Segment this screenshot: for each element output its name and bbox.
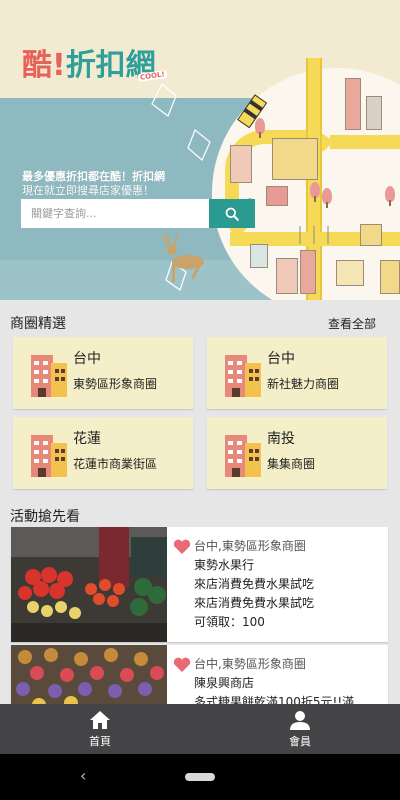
district-name: 東勢區形象商圈: [73, 377, 158, 391]
view-all-link[interactable]: 查看全部: [328, 315, 376, 332]
building-icon: [225, 435, 261, 477]
logo-text: 酷!: [22, 48, 66, 83]
heart-icon[interactable]: [173, 539, 191, 555]
tagline-line-2: 現在就立即搜尋店家優惠！: [22, 184, 154, 197]
event-description: 來店消費免費水果試吃: [194, 596, 315, 610]
district-name: 新社魅力商圈: [267, 377, 340, 391]
districts-title: 商圈精選: [10, 316, 66, 332]
nav-member[interactable]: 會員: [200, 704, 400, 754]
nav-member-label: 會員: [289, 734, 311, 748]
hero-banner: 酷!折扣網 COOL! 最多優惠折扣都在酷！折扣網 現在就立即搜尋店家優惠！: [0, 0, 400, 300]
tagline-line-1: 最多優惠折扣都在酷！折扣網: [22, 170, 165, 183]
search-icon: [225, 207, 239, 221]
district-name: 花蓮市商業街區: [73, 457, 158, 471]
search-button[interactable]: [209, 199, 255, 228]
search-bar: [21, 199, 255, 228]
district-card[interactable]: 台中 東勢區形象商圈: [13, 337, 193, 409]
district-name: 集集商圈: [267, 457, 316, 471]
district-card[interactable]: 花蓮 花蓮市商業街區: [13, 417, 193, 489]
system-nav-bar: ‹: [0, 754, 400, 800]
nav-home-label: 首頁: [89, 734, 111, 748]
building-icon: [31, 435, 67, 477]
event-photo: [11, 527, 167, 642]
event-claim-count: 可領取：100: [194, 615, 265, 629]
district-card[interactable]: 台中 新社魅力商圈: [207, 337, 387, 409]
event-shop-name: 陳泉興商店: [194, 676, 255, 690]
user-icon: [290, 710, 310, 730]
district-city: 台中: [73, 351, 101, 367]
district-card[interactable]: 南投 集集商圈: [207, 417, 387, 489]
heart-icon[interactable]: [173, 657, 191, 673]
nav-home[interactable]: 首頁: [0, 704, 200, 754]
bottom-nav: 首頁 會員: [0, 704, 400, 754]
app-logo: 酷!折扣網 COOL!: [22, 40, 167, 84]
events-title: 活動搶先看: [10, 509, 80, 525]
event-info: 台中,東勢區形象商圈 東勢水果行 來店消費免費水果試吃 來店消費免費水果試吃 可…: [194, 537, 314, 632]
back-icon[interactable]: ‹: [80, 766, 86, 785]
district-city: 台中: [267, 351, 295, 367]
home-icon: [90, 710, 110, 729]
home-gesture-pill[interactable]: [185, 773, 215, 781]
district-city: 南投: [267, 431, 295, 447]
event-shop-name: 東勢水果行: [194, 558, 255, 572]
event-description: 來店消費免費水果試吃: [194, 577, 315, 591]
hero-tagline: 最多優惠折扣都在酷！折扣網 現在就立即搜尋店家優惠！: [22, 170, 165, 198]
event-location: 台中,東勢區形象商圈: [194, 657, 306, 671]
district-city: 花蓮: [73, 431, 101, 447]
building-icon: [225, 355, 261, 397]
event-card[interactable]: 台中,東勢區形象商圈 東勢水果行 來店消費免費水果試吃 來店消費免費水果試吃 可…: [11, 527, 388, 642]
event-location: 台中,東勢區形象商圈: [194, 539, 306, 553]
building-icon: [31, 355, 67, 397]
search-input[interactable]: [21, 199, 209, 228]
